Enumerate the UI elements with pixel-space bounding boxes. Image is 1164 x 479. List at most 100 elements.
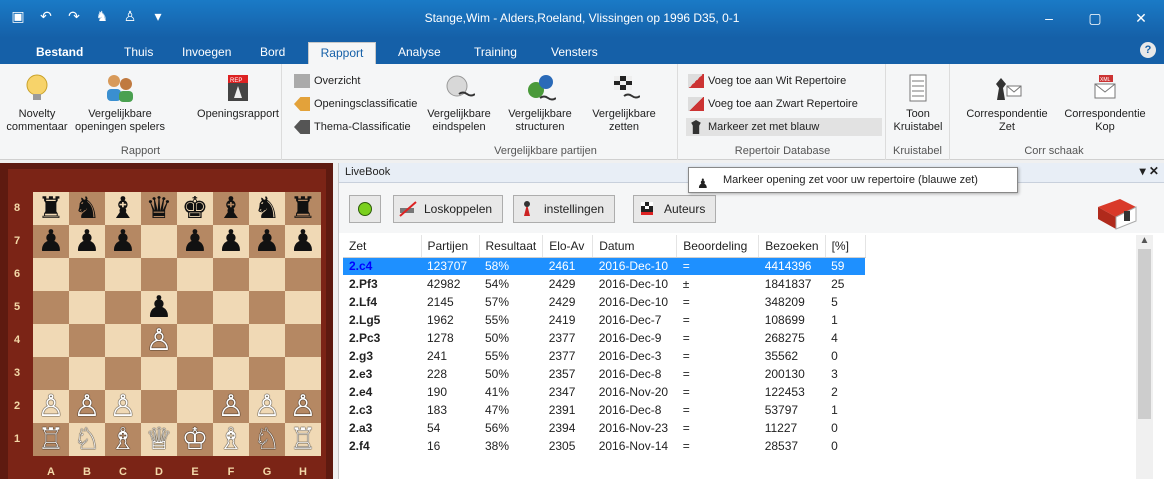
- chess-piece[interactable]: ♖: [285, 423, 321, 456]
- board-square[interactable]: [213, 258, 249, 291]
- opening-classification-button[interactable]: Openingsclassificatie: [292, 95, 417, 113]
- board-square[interactable]: [33, 324, 69, 357]
- add-white-repertoire-button[interactable]: Voeg toe aan Wit Repertoire: [686, 72, 846, 90]
- help-icon[interactable]: ?: [1140, 42, 1156, 58]
- chess-piece[interactable]: ♝: [105, 192, 141, 225]
- table-row[interactable]: 2.f4 16 38% 2305 2016-Nov-14 = 28537 0: [343, 437, 865, 455]
- chess-piece[interactable]: ♖: [33, 423, 69, 456]
- maximize-button[interactable]: ▢: [1072, 0, 1118, 38]
- chess-piece[interactable]: ♝: [213, 192, 249, 225]
- column-header[interactable]: Partijen: [421, 235, 480, 258]
- chess-piece[interactable]: ♟: [105, 225, 141, 258]
- column-header[interactable]: Datum: [592, 235, 678, 258]
- scroll-up-icon[interactable]: ▲: [1136, 235, 1153, 246]
- tab-bestand[interactable]: Bestand: [30, 42, 89, 64]
- panel-controls[interactable]: ▾ ✕: [1140, 164, 1159, 178]
- chess-piece[interactable]: ♟: [177, 225, 213, 258]
- column-header[interactable]: Bezoeken: [758, 235, 826, 258]
- board-square[interactable]: [141, 258, 177, 291]
- chess-piece[interactable]: ♘: [249, 423, 285, 456]
- board-square[interactable]: [141, 390, 177, 423]
- chess-piece[interactable]: ♜: [33, 192, 69, 225]
- disconnect-button[interactable]: Loskoppelen: [393, 195, 504, 223]
- tab-bord[interactable]: Bord: [254, 42, 291, 64]
- tab-invoegen[interactable]: Invoegen: [176, 42, 237, 64]
- chess-piece[interactable]: ♘: [69, 423, 105, 456]
- board-square[interactable]: [177, 357, 213, 390]
- board-square[interactable]: [105, 291, 141, 324]
- board-square[interactable]: [33, 291, 69, 324]
- similar-openings-button[interactable]: Vergelijkbare openingen spelers: [70, 72, 170, 134]
- table-row[interactable]: 2.g3 241 55% 2377 2016-Dec-3 = 35562 0: [343, 347, 865, 365]
- table-row[interactable]: 2.e4 190 41% 2347 2016-Nov-20 = 122453 2: [343, 383, 865, 401]
- tab-rapport[interactable]: Rapport: [308, 42, 376, 64]
- board-square[interactable]: [69, 258, 105, 291]
- board-square[interactable]: [69, 291, 105, 324]
- similar-structures-button[interactable]: Vergelijkbare structuren: [498, 72, 582, 134]
- board-square[interactable]: [33, 258, 69, 291]
- column-header[interactable]: Beoordeling: [676, 235, 760, 258]
- chess-piece[interactable]: ♟: [285, 225, 321, 258]
- board-square[interactable]: [105, 324, 141, 357]
- chess-piece[interactable]: ♟: [141, 291, 177, 324]
- similar-moves-button[interactable]: Vergelijkbare zetten: [584, 72, 664, 134]
- board-square[interactable]: [177, 324, 213, 357]
- table-row[interactable]: 2.Lg5 1962 55% 2419 2016-Dec-7 = 108699 1: [343, 311, 865, 329]
- similar-endgames-button[interactable]: Vergelijkbare eindspelen: [420, 72, 498, 134]
- column-header[interactable]: Resultaat: [479, 235, 544, 258]
- chess-piece[interactable]: ♟: [69, 225, 105, 258]
- board-square[interactable]: [249, 357, 285, 390]
- table-row[interactable]: 2.Pc3 1278 50% 2377 2016-Dec-9 = 268275 4: [343, 329, 865, 347]
- corr-move-button[interactable]: Correspondentie Zet: [958, 72, 1056, 134]
- overview-button[interactable]: Overzicht: [292, 72, 360, 90]
- board-square[interactable]: [105, 258, 141, 291]
- tab-training[interactable]: Training: [468, 42, 523, 64]
- chess-piece[interactable]: ♙: [141, 324, 177, 357]
- table-row[interactable]: 2.e3 228 50% 2357 2016-Dec-8 = 200130 3: [343, 365, 865, 383]
- minimize-button[interactable]: –: [1026, 0, 1072, 38]
- column-header[interactable]: [%]: [825, 235, 866, 258]
- chess-piece[interactable]: ♟: [249, 225, 285, 258]
- board-square[interactable]: [213, 357, 249, 390]
- tab-thuis[interactable]: Thuis: [118, 42, 159, 64]
- chess-piece[interactable]: ♔: [177, 423, 213, 456]
- connection-status-button[interactable]: [349, 195, 381, 223]
- chess-piece[interactable]: ♗: [105, 423, 141, 456]
- board-square[interactable]: [177, 258, 213, 291]
- chess-piece[interactable]: ♙: [105, 390, 141, 423]
- authors-button[interactable]: Auteurs: [633, 195, 717, 223]
- chess-piece[interactable]: ♙: [249, 390, 285, 423]
- column-header[interactable]: Elo-Av: [542, 235, 594, 258]
- board-square[interactable]: [285, 357, 321, 390]
- board-square[interactable]: [141, 225, 177, 258]
- theme-classification-button[interactable]: Thema-Classificatie: [292, 118, 411, 136]
- board-square[interactable]: [249, 324, 285, 357]
- board-square[interactable]: [141, 357, 177, 390]
- chess-piece[interactable]: ♟: [33, 225, 69, 258]
- chess-piece[interactable]: ♙: [213, 390, 249, 423]
- close-button[interactable]: ✕: [1118, 0, 1164, 38]
- scrollbar-thumb[interactable]: [1138, 249, 1151, 419]
- show-crosstable-button[interactable]: Toon Kruistabel: [890, 72, 946, 134]
- board-square[interactable]: [105, 357, 141, 390]
- chess-piece[interactable]: ♙: [285, 390, 321, 423]
- board-square[interactable]: [213, 291, 249, 324]
- board-square[interactable]: [285, 258, 321, 291]
- column-header[interactable]: Zet: [343, 235, 422, 258]
- vertical-scrollbar[interactable]: ▲: [1136, 235, 1153, 479]
- settings-button[interactable]: instellingen: [513, 195, 616, 223]
- board-square[interactable]: [177, 291, 213, 324]
- table-row[interactable]: 2.a3 54 56% 2394 2016-Nov-23 = 11227 0: [343, 419, 865, 437]
- board-square[interactable]: [285, 324, 321, 357]
- board-square[interactable]: [33, 357, 69, 390]
- chess-piece[interactable]: ♟: [213, 225, 249, 258]
- chess-piece[interactable]: ♞: [69, 192, 105, 225]
- opening-report-button[interactable]: REP Openingsrapport: [190, 72, 286, 121]
- table-row[interactable]: 2.c3 183 47% 2391 2016-Dec-8 = 53797 1: [343, 401, 865, 419]
- board-square[interactable]: [249, 258, 285, 291]
- board-square[interactable]: [69, 324, 105, 357]
- board-square[interactable]: [69, 357, 105, 390]
- chess-piece[interactable]: ♙: [33, 390, 69, 423]
- table-row[interactable]: 2.Lf4 2145 57% 2429 2016-Dec-10 = 348209 5: [343, 293, 865, 311]
- chess-piece[interactable]: ♙: [69, 390, 105, 423]
